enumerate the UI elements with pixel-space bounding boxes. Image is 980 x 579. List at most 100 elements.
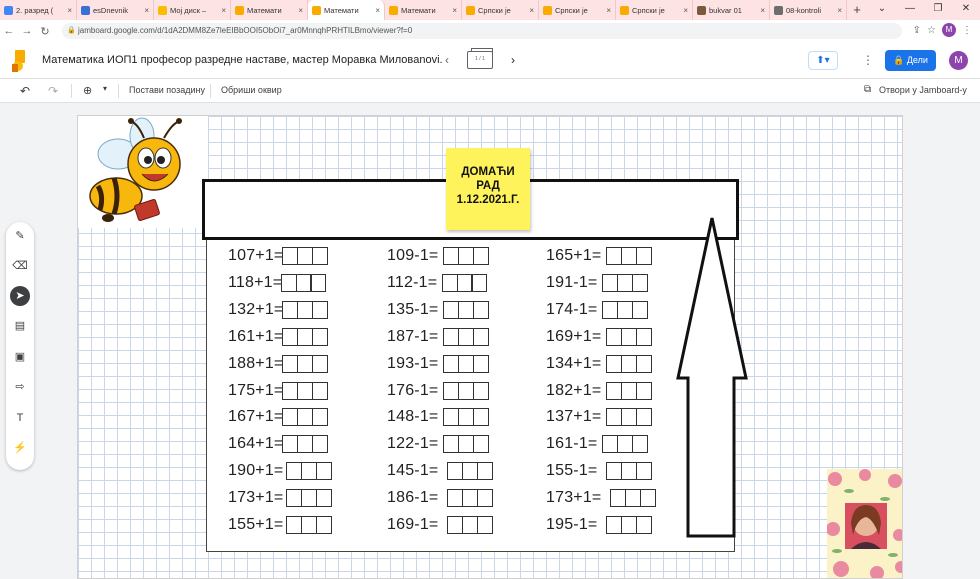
select-icon[interactable]: ➤ — [10, 286, 30, 306]
browser-tab[interactable]: 08-kontroli × — [770, 0, 847, 20]
answer-boxes — [443, 408, 489, 427]
account-avatar[interactable]: M — [949, 51, 968, 70]
answer-digit-box — [606, 381, 623, 400]
set-background-button[interactable]: Постави позадину — [129, 85, 205, 95]
eraser-icon[interactable]: ⌫ — [10, 256, 30, 276]
tab-close-icon[interactable]: × — [67, 6, 72, 15]
jamboard-logo-icon — [12, 50, 25, 72]
up-arrow-shape[interactable] — [676, 216, 748, 540]
exercise-row: 165+1= — [546, 246, 652, 266]
tab-favicon-icon — [158, 5, 167, 15]
browser-tab[interactable]: Српски је × — [539, 0, 616, 20]
browser-tab[interactable]: bukvar 01 × — [693, 0, 770, 20]
new-tab-button[interactable]: + — [847, 0, 867, 20]
answer-digit-box — [443, 327, 460, 346]
divider — [118, 84, 119, 98]
sticky-line-date: 1.12.2021.Г. — [456, 194, 520, 206]
browser-tab[interactable]: esDnevnik × — [77, 0, 154, 20]
tab-close-icon[interactable]: × — [298, 6, 303, 15]
tab-close-icon[interactable]: × — [221, 6, 226, 15]
answer-digit-box — [602, 435, 619, 454]
tab-close-icon[interactable]: × — [375, 6, 380, 15]
bookmark-star-icon[interactable]: ☆ — [927, 25, 936, 36]
answer-boxes — [282, 381, 328, 400]
browser-menu-icon[interactable]: ⋮ — [962, 25, 972, 36]
answer-digit-box — [476, 462, 493, 481]
tab-search-icon[interactable]: ⌄ — [868, 0, 896, 18]
forward-icon[interactable]: → — [18, 25, 36, 37]
answer-digit-box — [300, 489, 317, 508]
frame-bar-button[interactable]: 1 / 1 — [467, 48, 493, 69]
address-bar-row: ← → ↻ 🔒 jamboard.google.com/d/1dA2DMM8Ze… — [0, 20, 980, 42]
exercise-equation: 109-1= — [387, 247, 439, 264]
answer-digit-box — [311, 408, 328, 427]
reload-icon[interactable]: ↻ — [36, 25, 54, 38]
answer-boxes — [447, 516, 493, 534]
answer-digit-box — [447, 489, 464, 508]
answer-digit-box — [635, 354, 652, 373]
browser-profile-avatar[interactable]: M — [942, 23, 956, 37]
exercise-row: 132+1= — [228, 300, 328, 320]
exercise-equation: 118+1= — [228, 273, 283, 291]
close-window-icon[interactable]: ✕ — [952, 0, 980, 18]
jam-frame[interactable]: 107+1= 118+1= 132+1= 161+1= 188+1= 175+1= 167+… — [77, 115, 903, 579]
tab-close-icon[interactable]: × — [837, 6, 842, 15]
next-frame-icon[interactable]: › — [511, 53, 515, 67]
minimize-icon[interactable]: — — [896, 0, 924, 18]
prev-frame-icon[interactable]: ‹ — [445, 53, 449, 67]
document-title[interactable]: Математика ИОП1 професор разредне настав… — [42, 54, 442, 66]
browser-tab[interactable]: Мој диск – × — [154, 0, 231, 20]
redo-icon[interactable]: ↷ — [48, 84, 58, 98]
answer-digit-box — [635, 327, 652, 346]
exercise-row: 134+1= — [546, 354, 652, 374]
undo-icon[interactable]: ↶ — [20, 84, 30, 98]
tab-close-icon[interactable]: × — [529, 6, 534, 15]
browser-tab[interactable]: Математи × — [308, 0, 385, 20]
browser-tab[interactable]: Математи × — [385, 0, 462, 20]
answer-digit-box — [606, 327, 623, 346]
pen-icon[interactable]: ✎ — [10, 226, 30, 246]
shape-icon[interactable]: ⇨ — [10, 377, 30, 397]
tab-close-icon[interactable]: × — [683, 6, 688, 15]
answer-digit-box — [296, 408, 313, 427]
laser-icon[interactable]: ⚡ — [10, 438, 30, 458]
homework-sticky-note[interactable]: ДОМАЋИ РАД 1.12.2021.Г. — [446, 148, 530, 230]
tab-close-icon[interactable]: × — [760, 6, 765, 15]
tab-favicon-icon — [620, 5, 629, 15]
sticky-note-icon[interactable]: ▤ — [10, 316, 30, 336]
clear-frame-button[interactable]: Обриши оквир — [221, 85, 282, 95]
share-page-icon[interactable]: ⇪ — [913, 25, 921, 36]
open-in-app-button[interactable]: Отвори у Jamboard-у — [879, 85, 967, 95]
tab-favicon-icon — [697, 5, 706, 15]
maximize-icon[interactable]: ❐ — [924, 0, 952, 18]
answer-digit-box — [286, 489, 303, 508]
browser-tab[interactable]: Српски је × — [462, 0, 539, 20]
flower-portrait-image — [827, 469, 902, 578]
answer-digit-box — [620, 381, 637, 400]
share-button[interactable]: 🔒 Дели — [885, 50, 936, 71]
answer-digit-box — [461, 462, 478, 481]
text-box-icon[interactable]: T — [10, 408, 30, 428]
answer-digit-box — [620, 354, 637, 373]
answer-digit-box — [471, 273, 488, 292]
zoom-dropdown-icon[interactable]: ▾ — [103, 84, 107, 93]
image-icon[interactable]: ▣ — [10, 347, 30, 367]
present-button[interactable]: ⬆▾ — [808, 51, 838, 70]
browser-tab[interactable]: Математи × — [231, 0, 308, 20]
url-field[interactable]: 🔒 jamboard.google.com/d/1dA2DMM8Ze7leEIB… — [62, 23, 902, 39]
exercise-equation: 145-1= — [387, 462, 439, 480]
back-icon[interactable]: ← — [0, 25, 18, 37]
exercise-row: 182+1= — [546, 381, 652, 401]
answer-digit-box — [443, 354, 460, 373]
browser-tab[interactable]: 2. разред (× — [0, 0, 77, 20]
tab-close-icon[interactable]: × — [606, 6, 611, 15]
exercise-equation: 107+1= — [228, 247, 284, 264]
open-in-app-icon[interactable]: ⧉ — [864, 84, 871, 95]
exercise-row: 176-1= — [387, 381, 489, 401]
tab-close-icon[interactable]: × — [144, 6, 149, 15]
tab-close-icon[interactable]: × — [452, 6, 457, 15]
answer-digit-box — [606, 462, 623, 481]
zoom-icon[interactable]: ⊕ — [83, 84, 92, 97]
more-options-icon[interactable]: ⋮ — [862, 53, 874, 67]
browser-tab[interactable]: Српски је × — [616, 0, 693, 20]
